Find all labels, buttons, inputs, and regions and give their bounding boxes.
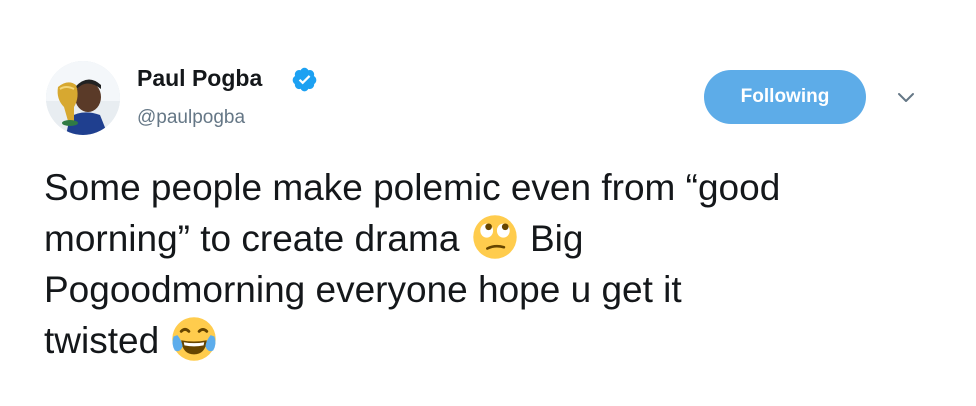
following-button[interactable]: Following	[704, 70, 866, 124]
verified-badge-icon	[292, 67, 317, 92]
tweet-line: Pogoodmorning everyone hope u get it	[44, 269, 682, 310]
tweet-line-segment: Big	[529, 218, 584, 259]
tweet-line-segment: twisted	[44, 320, 160, 361]
tweet-line: morning” to create drama Big	[44, 213, 944, 264]
avatar-photo-icon	[46, 61, 120, 135]
chevron-down-icon[interactable]	[895, 87, 917, 107]
tweet-card: Paul Pogba @paulpogba Following Some peo…	[0, 0, 976, 406]
face-with-tears-of-joy-icon	[172, 317, 217, 361]
tweet-text: Some people make polemic even from “good…	[44, 162, 944, 366]
tweet-line-segment: morning” to create drama	[44, 218, 460, 259]
author-avatar[interactable]	[46, 61, 120, 135]
tweet-line: Some people make polemic even from “good	[44, 167, 781, 208]
tweet-line: twisted	[44, 315, 944, 366]
face-with-rolling-eyes-icon	[472, 215, 517, 259]
author-name[interactable]: Paul Pogba	[137, 64, 262, 92]
author-handle[interactable]: @paulpogba	[137, 106, 245, 130]
